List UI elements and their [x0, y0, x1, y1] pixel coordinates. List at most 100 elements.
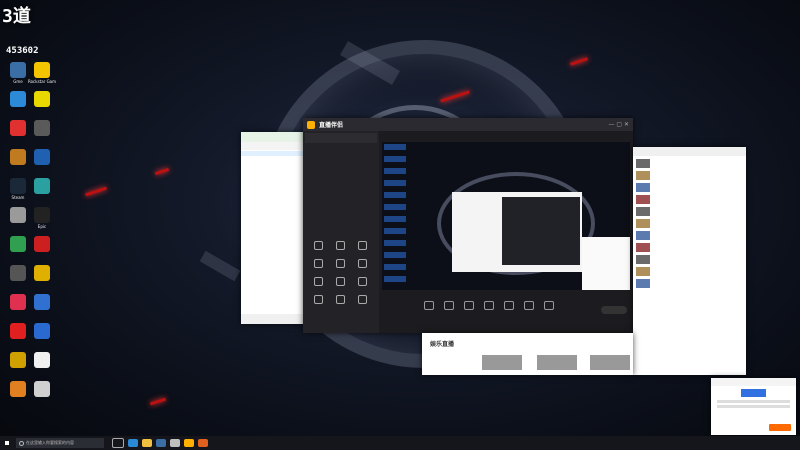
toolbar-tool[interactable] [500, 300, 518, 311]
streaming-app-taskbar-icon[interactable] [184, 439, 194, 447]
app-logo-icon [307, 120, 315, 129]
feature-tile[interactable] [351, 241, 373, 250]
tool-icon [484, 300, 494, 310]
feed-item[interactable] [636, 182, 743, 192]
tool-icon [464, 300, 474, 310]
app-icon [10, 294, 26, 310]
desktop-icon[interactable] [28, 178, 56, 195]
feed-thumbnail [636, 206, 650, 216]
chat-window[interactable] [241, 132, 303, 324]
tool-icon [424, 300, 434, 310]
feature-grid[interactable] [307, 241, 375, 304]
chat-search-bar[interactable] [241, 142, 303, 150]
streaming-app-sidebar[interactable] [303, 131, 379, 333]
desktop-icon[interactable] [28, 265, 56, 282]
chat-contact-list[interactable] [241, 151, 303, 187]
toolbar-tool[interactable] [420, 300, 438, 311]
desktop-icon[interactable] [28, 381, 56, 398]
browser-window[interactable] [633, 147, 746, 375]
feed-item[interactable] [636, 218, 743, 228]
desktop-icon[interactable] [28, 352, 56, 369]
feature-tile[interactable] [351, 295, 373, 304]
streaming-app-titlebar[interactable]: 直播伴侣 — ▢ ✕ [303, 118, 633, 131]
toolbar-tool[interactable] [460, 300, 478, 311]
desktop-icon[interactable] [28, 294, 56, 311]
desktop-icon[interactable] [28, 236, 56, 253]
feed-item[interactable] [636, 170, 743, 180]
desktop-icon[interactable]: Epic [28, 207, 56, 229]
feed-thumbnail [636, 218, 650, 228]
feed-item[interactable] [636, 230, 743, 240]
app-icon [34, 120, 50, 136]
toolbar-tool[interactable] [540, 300, 558, 311]
app-icon [34, 381, 50, 397]
desktop-icon[interactable] [28, 149, 56, 166]
app-icon [10, 120, 26, 136]
taskbar-search[interactable]: 在这里输入你要搜索的内容 [16, 438, 104, 448]
desktop-icon-label: Rockstar Games [28, 79, 56, 84]
viewer-count: 453602 [6, 46, 39, 56]
streaming-app-window[interactable]: 直播伴侣 — ▢ ✕ [303, 118, 633, 333]
notification-action-button[interactable] [769, 424, 791, 431]
feed-thumbnail [636, 170, 650, 180]
feed-thumbnail [636, 266, 650, 276]
desktop-icon[interactable] [28, 91, 56, 108]
feed-item[interactable] [636, 266, 743, 276]
feature-tile[interactable] [329, 241, 351, 250]
desktop-icon[interactable] [28, 120, 56, 137]
taskbar[interactable]: 在这里输入你要搜索的内容 [0, 436, 800, 450]
entertainment-window[interactable]: 娱乐直播 [422, 333, 633, 375]
feature-tile[interactable] [351, 277, 373, 286]
toolbar-tool[interactable] [440, 300, 458, 311]
task-view-icon[interactable] [112, 438, 124, 448]
feature-tile[interactable] [307, 241, 329, 250]
feed-thumbnail [636, 254, 650, 264]
ent-thumbnail[interactable] [537, 355, 577, 370]
app-icon [34, 207, 50, 223]
wallpaper-streak [85, 186, 107, 197]
ent-thumbnail[interactable] [590, 355, 630, 370]
notification-title [711, 378, 796, 386]
browser-titlebar[interactable] [633, 147, 746, 156]
feed-item[interactable] [636, 194, 743, 204]
ent-thumbnail[interactable] [482, 355, 522, 370]
windows-start-icon[interactable] [0, 436, 14, 450]
chat-window-titlebar[interactable] [241, 132, 303, 142]
feed-thumbnail [636, 194, 650, 204]
chat-window-footer[interactable] [241, 314, 303, 324]
app-icon [10, 178, 26, 194]
desktop-icon[interactable] [28, 323, 56, 340]
folder-icon[interactable] [142, 439, 152, 447]
sidebar-tabs[interactable] [305, 133, 377, 143]
notification-popup[interactable] [711, 378, 796, 435]
desktop-icon[interactable]: Rockstar Games [28, 62, 56, 84]
app-icon[interactable] [170, 439, 180, 447]
feature-tile[interactable] [329, 277, 351, 286]
browser-feed[interactable] [633, 158, 746, 288]
toolbar-tool[interactable] [480, 300, 498, 311]
desktop-icon-label: Steam [11, 195, 25, 200]
feature-tile[interactable] [329, 259, 351, 268]
feature-tile[interactable] [307, 295, 329, 304]
edge-icon[interactable] [128, 439, 138, 447]
stream-toolbar[interactable] [382, 293, 633, 318]
app-icon [34, 323, 50, 339]
toolbar-tool[interactable] [520, 300, 538, 311]
entertainment-brand: 娱乐直播 [430, 341, 455, 348]
feed-item[interactable] [636, 158, 743, 168]
app-icon[interactable] [156, 439, 166, 447]
wallpaper-streak [569, 57, 589, 66]
app-icon [34, 265, 50, 281]
window-controls[interactable]: — ▢ ✕ [608, 121, 629, 128]
feature-tile[interactable] [307, 259, 329, 268]
feature-tile[interactable] [329, 295, 351, 304]
feature-tile[interactable] [351, 259, 373, 268]
start-stream-button[interactable] [601, 306, 627, 314]
feed-item[interactable] [636, 278, 743, 288]
feed-item[interactable] [636, 254, 743, 264]
app-icon[interactable] [198, 439, 208, 447]
feed-item[interactable] [636, 242, 743, 252]
feature-tile[interactable] [307, 277, 329, 286]
app-title: 直播伴侣 [319, 122, 344, 129]
feed-item[interactable] [636, 206, 743, 216]
